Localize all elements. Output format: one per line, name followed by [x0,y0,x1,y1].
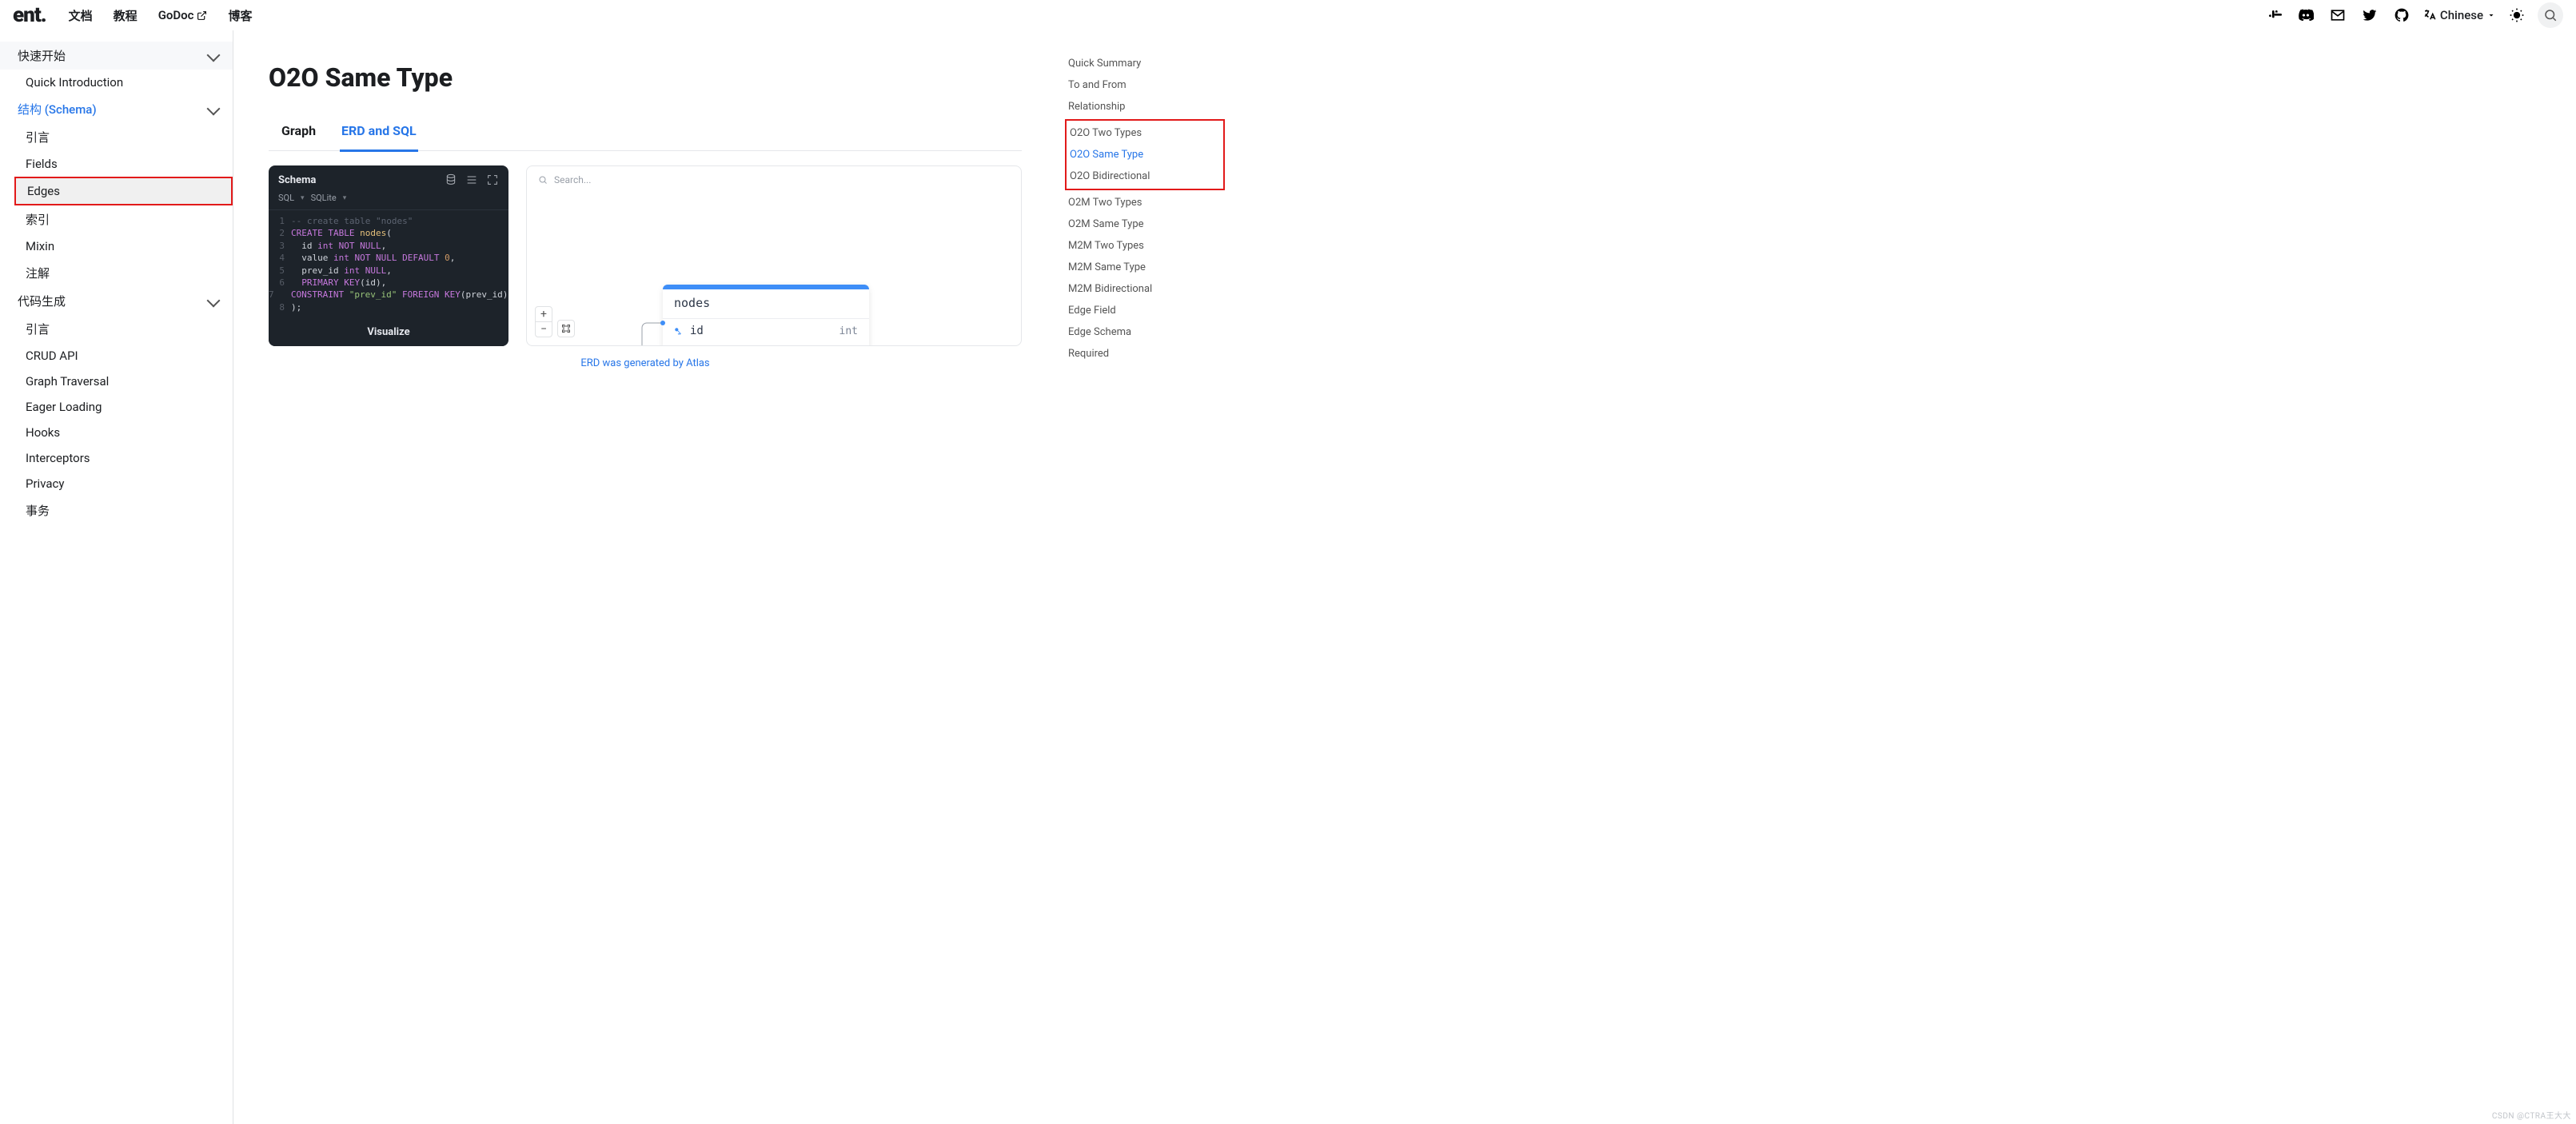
sidebar-item-indexes[interactable]: 索引 [0,205,233,233]
sidebar-item-eager-loading[interactable]: Eager Loading [0,394,233,420]
fit-icon [561,324,571,333]
sidebar-item-quick-intro[interactable]: Quick Introduction [0,70,233,95]
tab-graph[interactable]: Graph [280,114,317,150]
search-icon [2543,8,2558,22]
zoom-controls: + − [535,306,552,337]
chevron-down-icon [209,102,218,117]
watermark: CSDN @CTRA王大大 [2492,1109,2571,1121]
external-link-icon [197,10,207,21]
sidebar-item-interceptors[interactable]: Interceptors [0,445,233,471]
schema-panel: Schema SQL ▾ SQLite ▾ 1-- create table "… [269,165,508,346]
fit-view-button[interactable] [557,320,575,337]
erd-table-nodes[interactable]: nodes idintvalueintprev_idint [663,285,869,346]
highlight-box: O2O Two TypesO2O Same TypeO2O Bidirectio… [1065,119,1225,190]
sidebar-group-schema[interactable]: 结构 (Schema) [0,95,233,123]
tab-erd-sql[interactable]: ERD and SQL [340,114,418,152]
erd-table-name: nodes [663,289,869,319]
toc-item[interactable]: M2M Same Type [1065,257,1225,278]
sidebar-group-codegen[interactable]: 代码生成 [0,287,233,315]
translate-icon [2422,8,2437,22]
port-dot [660,321,665,325]
toc-item[interactable]: O2O Two Types [1067,122,1223,144]
dialect-label[interactable]: SQLite [311,193,337,203]
page-title: O2O Same Type [269,62,1022,93]
toc-item[interactable]: Edge Schema [1065,321,1225,343]
toc-item[interactable]: Edge Field [1065,300,1225,321]
toc-item[interactable]: O2O Bidirectional [1067,165,1223,187]
sidebar-group-quickstart[interactable]: 快速开始 [0,42,233,70]
erd-generated-note[interactable]: ERD was generated by Atlas [269,346,1022,369]
chevron-down-icon [2486,10,2496,20]
arrow-down-icon: ▾ [343,194,347,202]
toc: Quick SummaryTo and FromRelationshipO2O … [1057,30,1233,1124]
sidebar-item-transactions[interactable]: 事务 [0,496,233,524]
highlight-box: Edges [14,177,233,205]
schema-panel-title: Schema [278,174,437,186]
toc-item[interactable]: Quick Summary [1065,53,1225,74]
sidebar-item-mixin[interactable]: Mixin [0,233,233,259]
toc-item[interactable]: M2M Bidirectional [1065,278,1225,300]
sidebar-item-crud[interactable]: CRUD API [0,343,233,369]
erd-column-row: valueint [663,343,869,346]
language-switcher[interactable]: Chinese [2422,8,2496,22]
toc-item[interactable]: Relationship [1065,96,1225,118]
nav-godoc[interactable]: GoDoc [158,8,208,22]
sidebar: 快速开始 Quick Introduction 结构 (Schema) 引言 F… [0,30,233,1124]
language-label: Chinese [2440,8,2483,22]
sidebar-item-fields[interactable]: Fields [0,151,233,177]
sidebar-group-label: 代码生成 [18,293,66,309]
sidebar-item-edges[interactable]: Edges [16,178,231,204]
erd-column-row: idint [663,319,869,343]
chevron-down-icon [209,49,218,63]
sidebar-group-label: 结构 (Schema) [18,101,97,118]
visualize-button[interactable]: Visualize [269,318,508,346]
main-content: O2O Same Type Graph ERD and SQL Schema S… [233,30,1057,1124]
search-button[interactable] [2538,2,2563,28]
github-icon[interactable] [2391,4,2413,26]
discord-icon[interactable] [2295,4,2317,26]
top-nav: ent. 文档 教程 GoDoc 博客 Chinese [0,0,2576,30]
tabs: Graph ERD and SQL [269,114,1022,151]
theme-toggle-icon[interactable] [2506,4,2528,26]
key-icon [674,327,682,335]
twitter-icon[interactable] [2359,4,2381,26]
toc-item[interactable]: O2O Same Type [1067,144,1223,165]
nav-tutorials[interactable]: 教程 [114,7,138,24]
sidebar-group-label: 快速开始 [18,47,66,64]
sql-label[interactable]: SQL [278,193,294,203]
toc-item[interactable]: O2M Two Types [1065,192,1225,213]
zoom-out-button[interactable]: − [536,321,552,337]
database-icon[interactable] [445,173,457,186]
toc-item[interactable]: Required [1065,343,1225,365]
erd-panel: Search... prev_id:id nodes idintvalueint… [526,165,1022,346]
sql-code[interactable]: 1-- create table "nodes"2CREATE TABLE no… [269,210,508,318]
nav-godoc-label: GoDoc [158,8,194,22]
toc-item[interactable]: M2M Two Types [1065,235,1225,257]
arrow-down-icon: ▾ [301,194,305,202]
mail-icon[interactable] [2327,4,2349,26]
fullscreen-icon[interactable] [486,173,499,186]
brand-logo[interactable]: ent. [13,3,46,27]
chevron-down-icon [209,294,218,309]
sidebar-item-annotations[interactable]: 注解 [0,259,233,287]
sidebar-item-hooks[interactable]: Hooks [0,420,233,445]
list-icon[interactable] [465,173,478,186]
slack-icon[interactable] [2263,4,2285,26]
nav-blog[interactable]: 博客 [228,7,252,24]
sidebar-item-intro[interactable]: 引言 [0,123,233,151]
sidebar-item-graph-traversal[interactable]: Graph Traversal [0,369,233,394]
zoom-in-button[interactable]: + [536,307,552,321]
sidebar-item-intro2[interactable]: 引言 [0,315,233,343]
toc-item[interactable]: To and From [1065,74,1225,96]
sidebar-item-privacy[interactable]: Privacy [0,471,233,496]
nav-docs[interactable]: 文档 [69,7,93,24]
toc-item[interactable]: O2M Same Type [1065,213,1225,235]
